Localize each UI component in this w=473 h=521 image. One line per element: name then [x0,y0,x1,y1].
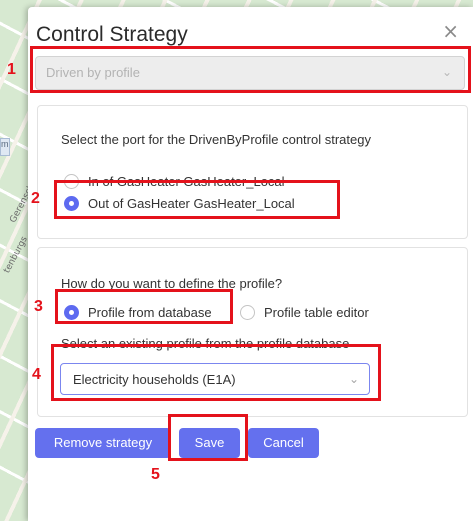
close-icon[interactable]: × [442,19,459,43]
annotation-box-4 [51,344,381,401]
annotation-number-5: 5 [151,466,160,483]
annotation-box-3 [55,289,233,324]
dialog-title: Control Strategy [36,23,188,46]
annotation-box-5 [168,414,248,461]
annotation-number-4: 4 [32,366,41,383]
annotation-number-1: 1 [7,61,16,78]
remove-strategy-button[interactable]: Remove strategy [35,428,171,458]
port-prompt: Select the port for the DrivenByProfile … [61,132,371,147]
radio-profile-table-editor[interactable]: Profile table editor [240,305,369,320]
radio-label: Profile table editor [264,305,369,320]
annotation-number-3: 3 [34,298,43,315]
map-marker: m [0,138,10,156]
annotation-number-2: 2 [31,190,40,207]
radio-button[interactable] [240,305,255,320]
annotation-box-1 [30,46,471,93]
cancel-button[interactable]: Cancel [248,428,319,458]
annotation-box-2 [54,180,340,219]
